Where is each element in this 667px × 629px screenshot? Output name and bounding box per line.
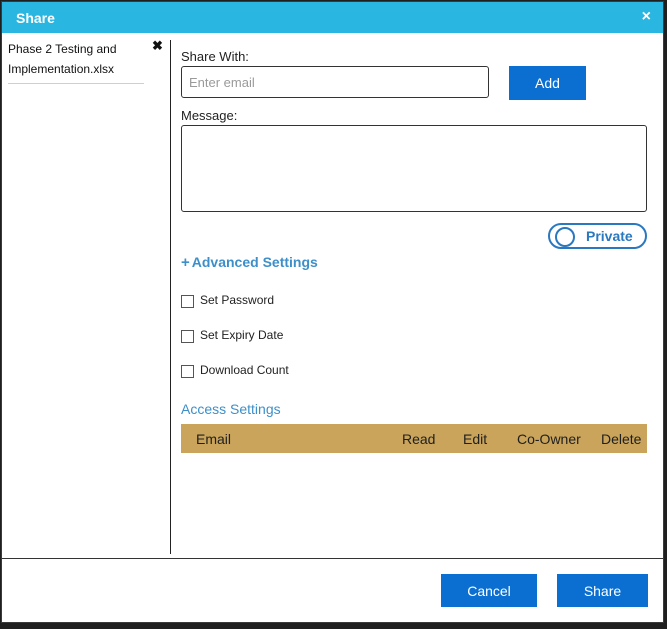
column-header-co-owner: Co-Owner — [517, 431, 581, 447]
email-input[interactable] — [181, 66, 489, 98]
column-header-delete: Delete — [601, 431, 642, 447]
share-dialog: Share × Phase 2 Testing and Implementati… — [1, 1, 664, 623]
access-settings-title: Access Settings — [181, 401, 281, 417]
column-header-email: Email — [196, 431, 232, 447]
download-count-checkbox[interactable] — [181, 365, 194, 378]
plus-icon: + — [181, 254, 190, 271]
file-name: Phase 2 Testing and Implementation.xlsx — [8, 42, 117, 76]
private-toggle-label: Private — [586, 228, 633, 244]
download-count-label: Download Count — [200, 363, 289, 377]
toggle-knob — [555, 227, 575, 247]
set-password-label: Set Password — [200, 293, 275, 307]
sidebar-divider — [170, 40, 171, 554]
advanced-settings-label: Advanced Settings — [191, 254, 318, 270]
set-expiry-date-label: Set Expiry Date — [200, 328, 284, 342]
access-table-header: Email Read Edit Co-Owner Delete — [181, 424, 647, 453]
file-item[interactable]: Phase 2 Testing and Implementation.xlsx — [8, 39, 144, 84]
set-expiry-date-checkbox[interactable] — [181, 330, 194, 343]
remove-file-icon[interactable]: ✖ — [152, 39, 163, 53]
share-with-label: Share With: — [181, 49, 249, 64]
advanced-settings-link[interactable]: + Advanced Settings — [181, 254, 318, 271]
share-button[interactable]: Share — [557, 574, 648, 607]
set-password-checkbox[interactable] — [181, 295, 194, 308]
column-header-edit: Edit — [463, 431, 488, 447]
file-sidebar: Phase 2 Testing and Implementation.xlsx — [2, 33, 170, 553]
add-button[interactable]: Add — [509, 66, 586, 100]
cancel-button[interactable]: Cancel — [441, 574, 537, 607]
message-textarea[interactable] — [181, 125, 647, 212]
column-header-read: Read — [402, 431, 436, 447]
private-toggle[interactable]: Private — [548, 223, 647, 249]
dialog-title: Share — [16, 10, 55, 26]
dialog-titlebar: Share × — [2, 2, 663, 33]
message-label: Message: — [181, 108, 238, 123]
close-icon[interactable]: × — [642, 7, 651, 27]
footer-divider — [2, 558, 663, 559]
